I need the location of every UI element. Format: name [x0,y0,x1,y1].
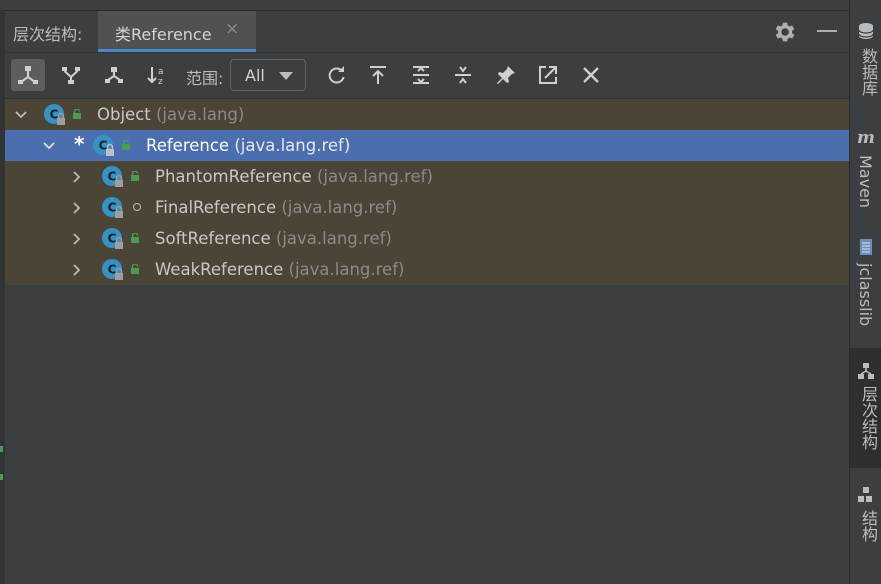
pin-button[interactable] [489,59,523,91]
class-hierarchy-button[interactable] [97,59,131,91]
class-icon: C [102,259,123,280]
export-button[interactable] [361,59,395,91]
public-visibility-icon [131,264,139,274]
jclasslib-icon [860,239,872,255]
open-in-new-icon [539,66,557,84]
class-icon: C [44,104,65,125]
tree-row-label: SoftReference (java.lang.ref) [155,229,392,248]
sidebar-tab-label: 结构 [859,510,878,542]
package-name: (java.lang.ref) [275,229,392,248]
database-icon [858,23,874,39]
refresh-button[interactable] [319,59,353,91]
hierarchy-toolbar: a z 范围: All [5,53,849,99]
sidebar-tab-label: 层次结构 [859,386,878,450]
sidebar-tab-maven[interactable]: m Maven [850,122,881,218]
scope-select-value: All [245,66,265,85]
package-name: (java.lang.ref) [234,136,351,155]
open-in-new-button[interactable] [531,59,565,91]
tree-row-label: WeakReference (java.lang.ref) [155,260,405,279]
expand-all-button[interactable] [404,59,438,91]
package-name: (java.lang.ref) [288,260,405,279]
class-hierarchy-icon [105,67,123,83]
maven-icon: m [857,128,875,146]
sidebar-tab-database[interactable]: 数据库 [850,14,881,106]
package-name: (java.lang) [156,105,245,124]
sidebar-tab-label: jclasslib [856,263,875,327]
sidebar-tab-hierarchy[interactable]: 层次结构 [850,348,881,468]
package-name: (java.lang.ref) [281,198,398,217]
top-strip [0,0,849,11]
scope-select[interactable]: All [230,59,306,91]
gutter-marker [0,446,3,452]
public-visibility-icon [131,233,139,243]
public-visibility-icon [131,171,139,181]
tree-row-label: Object (java.lang) [97,105,245,124]
chevron-down-icon[interactable] [14,108,28,122]
sort-alphabetically-icon: a z [147,67,164,86]
package-private-visibility-icon [133,203,141,211]
collapse-all-icon [455,66,471,84]
supertypes-hierarchy-icon [62,67,80,84]
tab-label: 类Reference [115,25,212,44]
subtypes-hierarchy-icon [18,66,38,84]
tab-close-icon[interactable]: × [225,19,239,39]
collapse-all-button[interactable] [446,59,480,91]
tree-row-label: FinalReference (java.lang.ref) [155,198,398,217]
tab-active-indicator [98,49,256,52]
expand-all-icon [413,66,429,84]
tree-row-label: PhantomReference (java.lang.ref) [155,167,433,186]
tree-row-label: Reference (java.lang.ref) [146,136,351,155]
class-icon: C [102,166,123,187]
tree-row-weakreference[interactable]: C WeakReference (java.lang.ref) [5,254,849,285]
tree-row-phantomreference[interactable]: C PhantomReference (java.lang.ref) [5,161,849,192]
subtypes-hierarchy-button[interactable] [11,59,45,91]
chevron-down-icon [279,72,293,80]
sort-alphabetically-button[interactable]: a z [140,59,174,91]
chevron-down-icon[interactable] [42,139,56,153]
hierarchy-tree: C Object (java.lang) * C Reference (java… [5,99,849,584]
public-visibility-icon [73,109,81,119]
sidebar-tab-jclasslib[interactable]: jclasslib [850,232,881,336]
svg-text:z: z [158,77,163,86]
chevron-right-icon[interactable] [70,263,84,277]
gutter-marker [0,474,3,480]
svg-text:a: a [158,67,164,77]
tree-row-softreference[interactable]: C SoftReference (java.lang.ref) [5,223,849,254]
current-class-marker: * [74,132,85,156]
close-icon [583,67,599,83]
tree-row-finalreference[interactable]: C FinalReference (java.lang.ref) [5,192,849,223]
minimize-icon[interactable] [817,30,837,32]
close-hierarchy-button[interactable] [574,59,608,91]
sidebar-tab-label: 数据库 [859,48,878,96]
class-icon: C [93,135,114,156]
chevron-right-icon[interactable] [70,201,84,215]
package-name: (java.lang.ref) [316,167,433,186]
hierarchy-icon [858,363,874,379]
public-visibility-icon [122,140,130,150]
class-icon: C [102,197,123,218]
right-tool-window-bar: 数据库 m Maven jclasslib 层次结构 结构 [849,0,881,584]
tree-row-reference[interactable]: * C Reference (java.lang.ref) [5,130,849,161]
supertypes-hierarchy-button[interactable] [54,59,88,91]
structure-icon [858,487,872,502]
tool-window-title: 层次结构: [13,25,83,44]
chevron-right-icon[interactable] [70,170,84,184]
tree-row-object[interactable]: C Object (java.lang) [5,99,849,130]
scope-label: 范围: [186,69,224,88]
pin-icon [497,66,515,84]
gear-icon[interactable] [771,19,797,45]
refresh-icon [328,66,345,84]
tab-class-reference[interactable]: 类Reference × [98,11,256,52]
svg-text:m: m [857,128,875,146]
sidebar-tab-label: Maven [856,155,875,209]
class-icon: C [102,228,123,249]
tool-window-header: 层次结构: 类Reference × [5,11,849,53]
sidebar-tab-structure[interactable]: 结构 [850,480,881,550]
chevron-right-icon[interactable] [70,232,84,246]
export-icon [370,66,386,84]
